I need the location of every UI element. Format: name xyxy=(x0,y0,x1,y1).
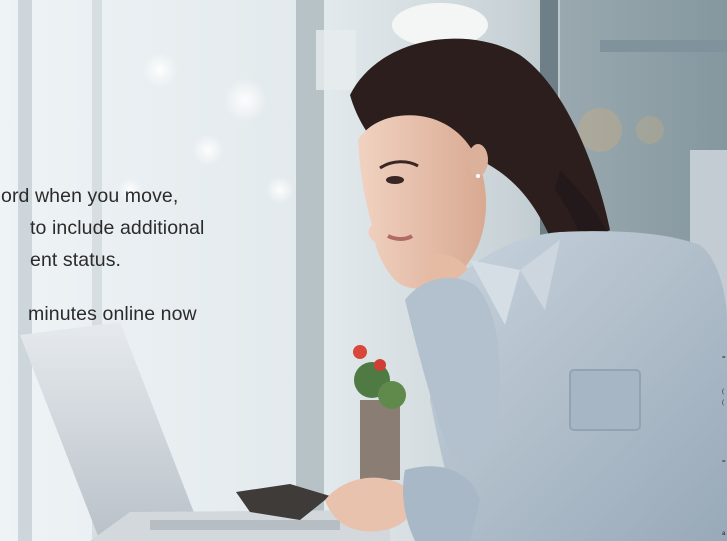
hero-banner: ord when you move, to include additional… xyxy=(0,0,727,541)
edge-fragment-3: ( xyxy=(722,400,724,406)
copy-line-3: ent status. xyxy=(30,249,122,271)
copy-line-4: minutes online now xyxy=(28,303,197,325)
copy-line-1: ord when you move, xyxy=(1,185,179,207)
edge-fragment-2: ( xyxy=(722,389,724,395)
edge-fragment-4: = xyxy=(722,459,726,465)
copy-line-2: to include additional xyxy=(30,217,205,239)
edge-fragment-5: a xyxy=(722,531,726,537)
headline-copy: ord when you move, to include additional… xyxy=(0,0,727,541)
edge-fragment-1: = xyxy=(722,355,726,361)
